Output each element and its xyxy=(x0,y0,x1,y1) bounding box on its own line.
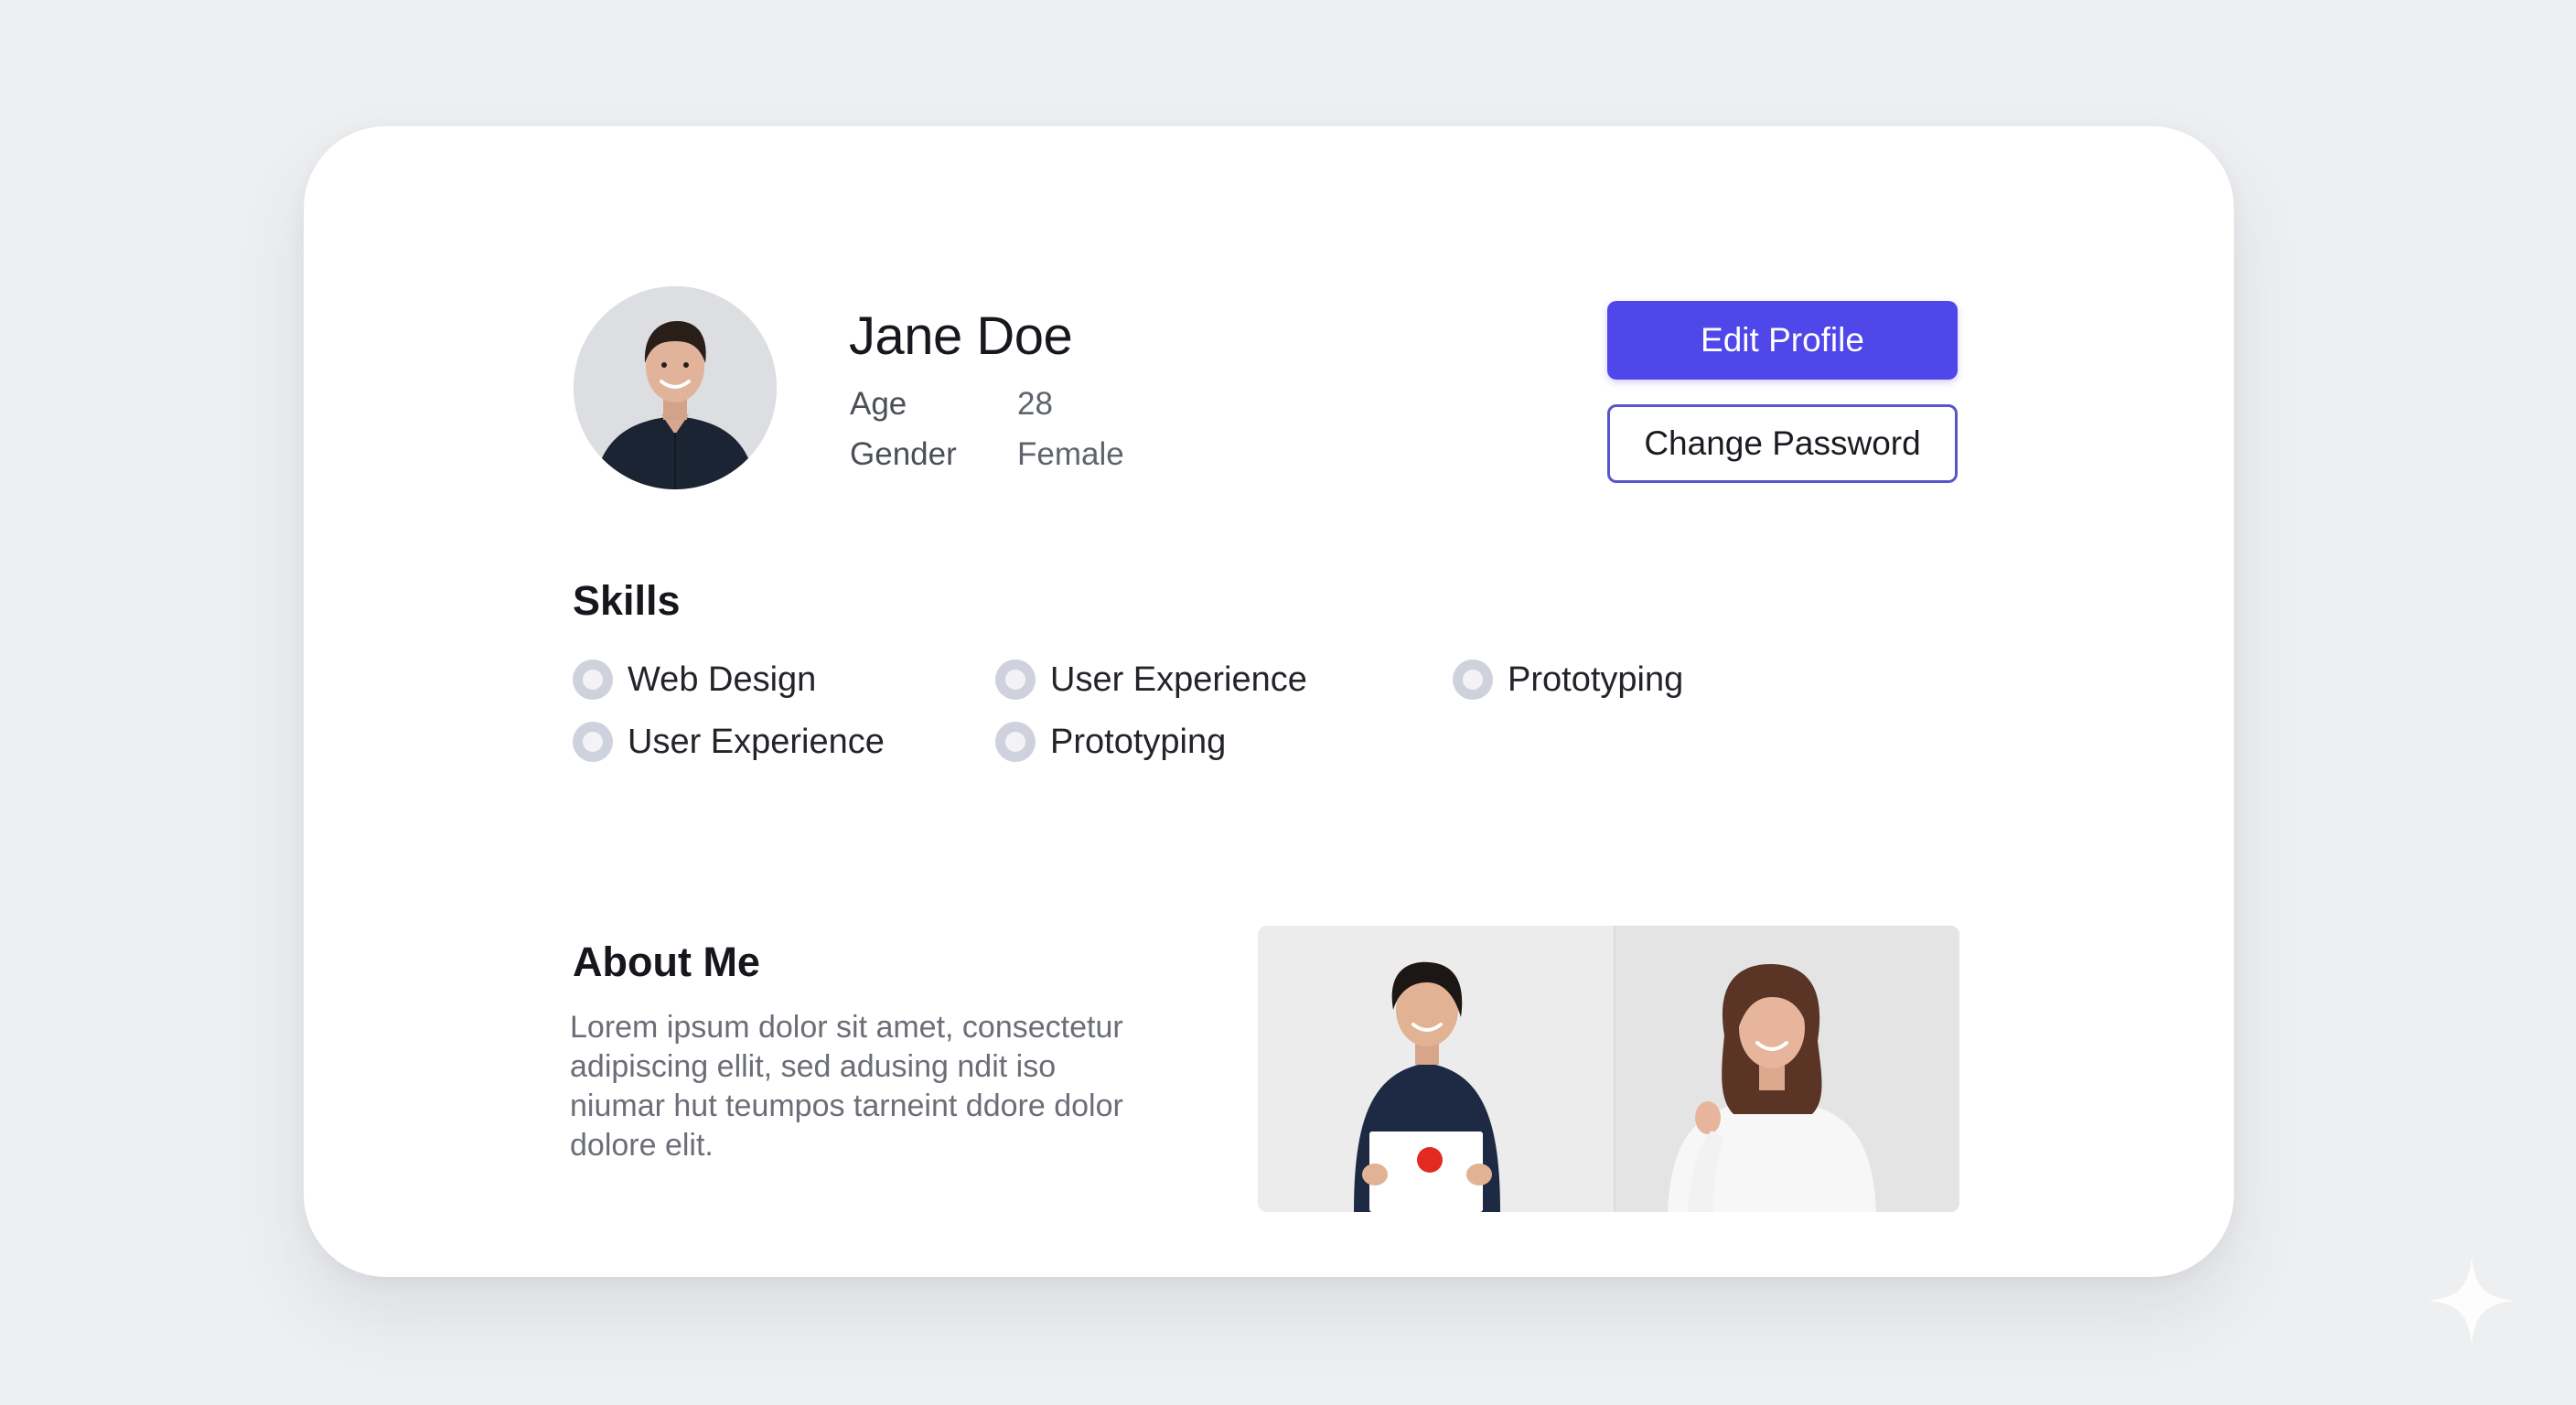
skill-label: User Experience xyxy=(1050,660,1307,699)
gender-value: Female xyxy=(1017,436,1124,472)
edit-profile-button[interactable]: Edit Profile xyxy=(1607,301,1958,380)
about-line: niumar hut teumpos tarneint ddore dolor xyxy=(570,1089,1123,1123)
skill-label: Web Design xyxy=(628,660,817,699)
skills-title: Skills xyxy=(573,577,681,624)
about-line: dolore elit. xyxy=(570,1128,714,1163)
about-text: Lorem ipsum dolor sit amet, consectetur … xyxy=(570,1008,1174,1165)
skill-label: Prototyping xyxy=(1050,722,1227,761)
skill-label: Prototyping xyxy=(1508,660,1684,699)
skill-item[interactable]: User Experience xyxy=(573,719,885,765)
change-password-button[interactable]: Change Password xyxy=(1607,404,1958,483)
radio-icon xyxy=(1453,660,1493,700)
skill-label: User Experience xyxy=(628,722,885,761)
profile-card: Jane Doe Age 28 Gender Female Edit Profi… xyxy=(304,126,2234,1277)
age-value: 28 xyxy=(1017,386,1053,422)
gender-label: Gender xyxy=(850,436,957,472)
skill-item[interactable]: Web Design xyxy=(573,657,816,702)
radio-icon xyxy=(573,722,613,762)
profile-name: Jane Doe xyxy=(849,306,1073,366)
skill-item[interactable]: Prototyping xyxy=(995,719,1226,765)
radio-icon xyxy=(573,660,613,700)
skill-item[interactable]: User Experience xyxy=(995,657,1307,702)
about-line: Lorem ipsum dolor sit amet, consectetur xyxy=(570,1010,1123,1045)
avatar xyxy=(574,286,777,489)
radio-icon xyxy=(995,722,1036,762)
age-label: Age xyxy=(850,386,907,422)
radio-icon xyxy=(995,660,1036,700)
about-line: adipiscing ellit, sed adusing ndit iso xyxy=(570,1049,1057,1084)
about-title: About Me xyxy=(573,938,760,985)
skill-item[interactable]: Prototyping xyxy=(1453,657,1683,702)
about-photos xyxy=(1258,926,1959,1212)
sparkle-icon xyxy=(2428,1257,2516,1345)
